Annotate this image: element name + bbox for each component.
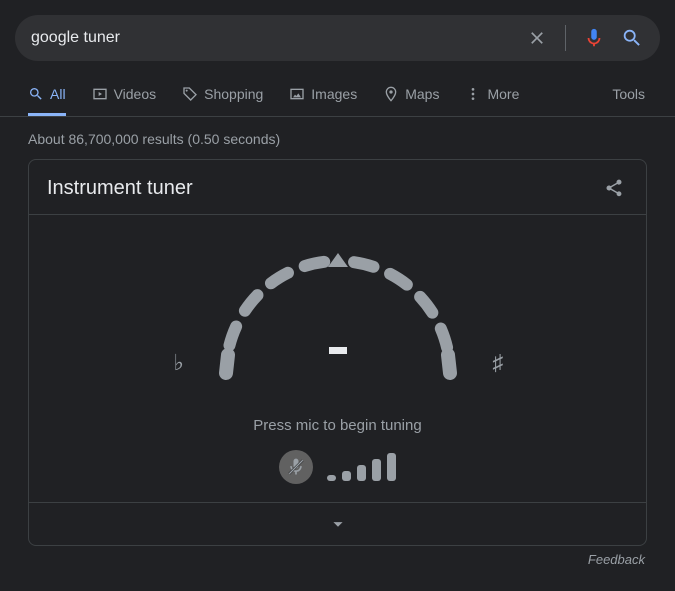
tuner-card: Instrument tuner ♭ ♯ Press mic to begin … [28, 159, 647, 546]
tab-more[interactable]: More [465, 71, 519, 116]
more-icon [465, 86, 481, 102]
tuner-body: ♭ ♯ Press mic to begin tuning [29, 215, 646, 503]
tab-label: Images [311, 86, 357, 102]
clear-icon[interactable] [525, 26, 549, 50]
voice-search-icon[interactable] [582, 26, 606, 50]
divider [565, 25, 566, 51]
card-header: Instrument tuner [29, 160, 646, 215]
expand-button[interactable] [29, 503, 646, 545]
center-indicator [329, 347, 347, 354]
share-icon[interactable] [602, 176, 626, 200]
video-icon [92, 86, 108, 102]
tools-link[interactable]: Tools [612, 86, 645, 102]
tab-label: More [487, 86, 519, 102]
flat-symbol: ♭ [174, 350, 184, 376]
results-stats: About 86,700,000 results (0.50 seconds) [0, 117, 675, 159]
volume-bars [327, 453, 396, 481]
image-icon [289, 86, 305, 102]
search-input[interactable] [31, 29, 525, 47]
tab-all[interactable]: All [28, 71, 66, 116]
mic-row [279, 450, 396, 484]
tab-label: Maps [405, 86, 439, 102]
tuner-prompt: Press mic to begin tuning [253, 417, 421, 434]
tag-icon [182, 86, 198, 102]
search-icon[interactable] [620, 26, 644, 50]
chevron-down-icon [327, 513, 349, 535]
tab-images[interactable]: Images [289, 71, 357, 116]
card-title: Instrument tuner [47, 177, 193, 200]
tab-label: Videos [114, 86, 157, 102]
tabs-bar: All Videos Shopping Images Maps More Too… [0, 71, 675, 117]
feedback-link[interactable]: Feedback [0, 546, 675, 567]
search-bar [15, 15, 660, 61]
tab-label: All [50, 86, 66, 102]
pin-icon [383, 86, 399, 102]
tab-videos[interactable]: Videos [92, 71, 157, 116]
sharp-symbol: ♯ [493, 350, 504, 376]
mic-button[interactable] [279, 450, 313, 484]
tuner-gauge: ♭ ♯ [178, 245, 498, 395]
tab-label: Shopping [204, 86, 263, 102]
tab-shopping[interactable]: Shopping [182, 71, 263, 116]
tab-maps[interactable]: Maps [383, 71, 439, 116]
search-small-icon [28, 86, 44, 102]
